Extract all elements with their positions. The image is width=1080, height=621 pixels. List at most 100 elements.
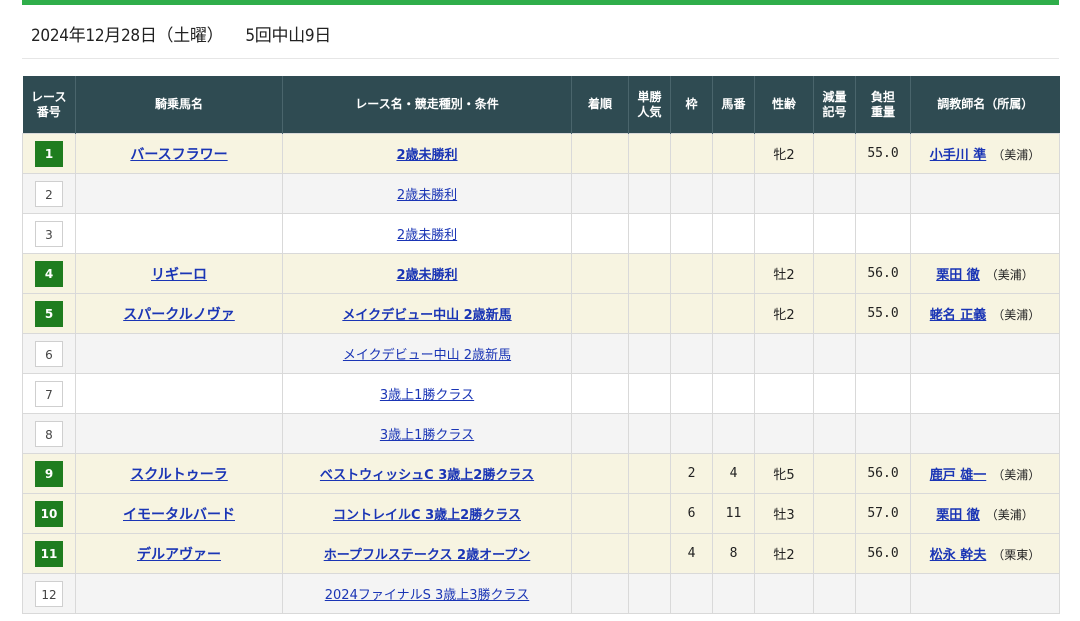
table-row: 9 スクルトゥーラ ベストウィッシュC 3歳上2勝クラス 2 4 牝5 56.0 鹿戸 雄一 （… — [22, 453, 1060, 494]
horse-cell: スパークルノヴァ — [75, 293, 283, 334]
horse-link[interactable]: イモータルバード — [123, 507, 235, 523]
finish-cell — [571, 333, 629, 374]
trainer-cell — [910, 573, 1060, 614]
column-header-horse-name: 騎乗馬名 — [75, 76, 283, 134]
race-link[interactable]: 2歳未勝利 — [397, 188, 457, 203]
table-header-row: レース 番号 騎乗馬名 レース名・競走種別・条件 着順 単勝 人気枠馬番 性齢 減量 記号負… — [22, 76, 1060, 134]
carried-weight-cell: 55.0 — [855, 133, 911, 174]
trainer-affiliation: （美浦） — [985, 268, 1034, 282]
horse-cell — [75, 373, 283, 414]
frame-cell: 2 — [670, 453, 713, 494]
trainer-affiliation: （美浦） — [992, 308, 1041, 322]
popularity-cell — [628, 213, 671, 254]
popularity-cell — [628, 373, 671, 414]
race-number-badge: 12 — [35, 580, 63, 607]
table-row: 11 デルアヴァー ホープフルステークス 2歳オープン 4 8 牡2 56.0 松永 幹夫 （栗… — [22, 533, 1060, 574]
trainer-link[interactable]: 蛯名 正義 — [930, 308, 987, 323]
horse-link[interactable]: スクルトゥーラ — [130, 467, 228, 483]
race-number-cell: 6 — [22, 333, 76, 374]
finish-cell — [571, 493, 629, 534]
column-header-frame: 枠 — [670, 76, 713, 134]
race-link[interactable]: メイクデビュー中山 2歳新馬 — [343, 348, 511, 363]
race-cell: 2歳未勝利 — [282, 133, 572, 174]
race-link[interactable]: ベストウィッシュC 3歳上2勝クラス — [320, 468, 534, 483]
race-number-cell: 2 — [22, 173, 76, 214]
page-title: 2024年12月28日（土曜） 5回中山9日 — [31, 21, 331, 46]
horse-cell — [75, 413, 283, 454]
popularity-cell — [628, 453, 671, 494]
weight-reduction-cell — [813, 333, 856, 374]
horse-link[interactable]: スパークルノヴァ — [123, 307, 235, 323]
column-header-finish: 着順 — [571, 76, 629, 134]
sex-age-cell: 牝2 — [754, 293, 814, 334]
race-link[interactable]: 2歳未勝利 — [396, 148, 457, 163]
trainer-link[interactable]: 松永 幹夫 — [930, 548, 987, 563]
trainer-cell: 鹿戸 雄一 （美浦） — [910, 453, 1060, 494]
finish-cell — [571, 373, 629, 414]
sex-age-cell — [754, 213, 814, 254]
finish-cell — [571, 253, 629, 294]
weight-reduction-cell — [813, 173, 856, 214]
race-cell: 3歳上1勝クラス — [282, 413, 572, 454]
trainer-affiliation: （美浦） — [992, 468, 1041, 482]
column-header-trainer: 調教師名（所属） — [910, 76, 1060, 134]
trainer-affiliation: （美浦） — [992, 148, 1041, 162]
race-link[interactable]: 2歳未勝利 — [397, 228, 457, 243]
table-row: 12 2024ファイナルS 3歳上3勝クラス — [22, 573, 1060, 614]
trainer-affiliation: （栗東） — [992, 548, 1041, 562]
divider — [22, 58, 1059, 59]
race-number-cell: 3 — [22, 213, 76, 254]
frame-cell — [670, 573, 713, 614]
table-row: 1 バースフラワー 2歳未勝利 牝2 55.0 小手川 準 （美浦） — [22, 133, 1060, 174]
column-header-race-name: レース名・競走種別・条件 — [282, 76, 572, 134]
race-link[interactable]: 2024ファイナルS 3歳上3勝クラス — [325, 588, 530, 603]
sex-age-cell — [754, 573, 814, 614]
trainer-link[interactable]: 栗田 徹 — [936, 268, 980, 283]
race-link[interactable]: ホープフルステークス 2歳オープン — [324, 548, 531, 563]
horse-number-cell — [712, 333, 755, 374]
top-accent-bar — [22, 0, 1059, 5]
weight-reduction-cell — [813, 493, 856, 534]
table-row: 6 メイクデビュー中山 2歳新馬 — [22, 333, 1060, 374]
trainer-link[interactable]: 栗田 徹 — [936, 508, 980, 523]
race-link[interactable]: メイクデビュー中山 2歳新馬 — [342, 308, 511, 323]
finish-cell — [571, 173, 629, 214]
horse-cell — [75, 213, 283, 254]
popularity-cell — [628, 173, 671, 214]
horse-link[interactable]: リギーロ — [151, 267, 207, 283]
horse-number-cell — [712, 373, 755, 414]
carried-weight-cell — [855, 213, 911, 254]
horse-link[interactable]: バースフラワー — [130, 147, 227, 163]
trainer-link[interactable]: 鹿戸 雄一 — [930, 468, 987, 483]
race-number-badge: 3 — [35, 220, 63, 247]
race-link[interactable]: 2歳未勝利 — [396, 268, 457, 283]
frame-cell — [670, 413, 713, 454]
race-number-cell: 4 — [22, 253, 76, 294]
popularity-cell — [628, 573, 671, 614]
horse-cell — [75, 173, 283, 214]
race-cell: ホープフルステークス 2歳オープン — [282, 533, 572, 574]
race-link[interactable]: コントレイルC 3歳上2勝クラス — [333, 508, 521, 523]
finish-cell — [571, 293, 629, 334]
race-number-cell: 8 — [22, 413, 76, 454]
race-number-badge: 6 — [35, 340, 63, 367]
trainer-affiliation: （美浦） — [985, 508, 1034, 522]
race-number-cell: 10 — [22, 493, 76, 534]
race-link[interactable]: 3歳上1勝クラス — [380, 428, 474, 443]
frame-cell — [670, 253, 713, 294]
race-number-badge: 5 — [35, 300, 63, 327]
race-cell: メイクデビュー中山 2歳新馬 — [282, 293, 572, 334]
sex-age-cell: 牝5 — [754, 453, 814, 494]
table-row: 5 スパークルノヴァ メイクデビュー中山 2歳新馬 牝2 55.0 蛯名 正義 （美浦） — [22, 293, 1060, 334]
carried-weight-cell: 56.0 — [855, 253, 911, 294]
carried-weight-cell — [855, 573, 911, 614]
frame-cell — [670, 333, 713, 374]
horse-cell: デルアヴァー — [75, 533, 283, 574]
weight-reduction-cell — [813, 373, 856, 414]
trainer-link[interactable]: 小手川 準 — [930, 148, 987, 163]
race-number-badge: 1 — [35, 140, 63, 167]
horse-link[interactable]: デルアヴァー — [137, 547, 221, 563]
race-link[interactable]: 3歳上1勝クラス — [380, 388, 474, 403]
carried-weight-cell: 55.0 — [855, 293, 911, 334]
carried-weight-cell — [855, 173, 911, 214]
